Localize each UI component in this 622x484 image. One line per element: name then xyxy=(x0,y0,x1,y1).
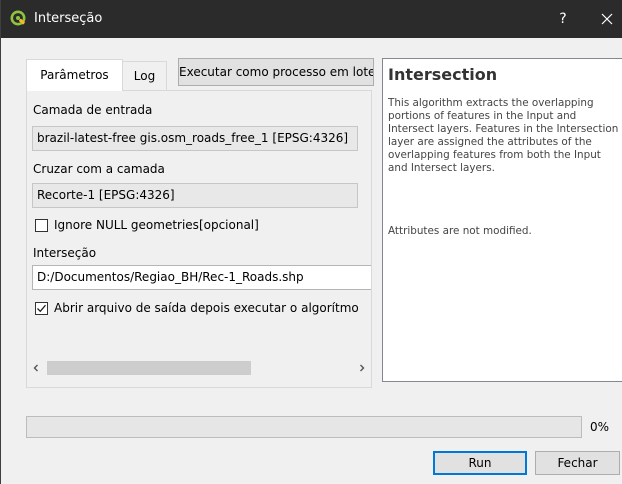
tab-parameters[interactable]: Parâmetros xyxy=(26,59,123,91)
close-button[interactable] xyxy=(591,0,622,38)
scrollbar-thumb[interactable] xyxy=(47,361,251,375)
dialog-window: Interseção ? Parâmetros Log Executar com… xyxy=(0,0,622,484)
chevron-right-icon[interactable] xyxy=(353,359,371,377)
title-bar[interactable]: Interseção ? xyxy=(1,0,622,38)
help-description: This algorithm extracts the overlapping … xyxy=(388,97,619,174)
input-layer-select[interactable]: brazil-latest-free gis.osm_roads_free_1 … xyxy=(32,126,358,151)
checkmark-icon xyxy=(37,304,46,313)
batch-process-button[interactable]: Executar como processo em lote xyxy=(178,58,374,86)
open-output-checkbox[interactable] xyxy=(35,302,48,315)
overlay-layer-label: Cruzar com a camada xyxy=(33,162,165,176)
progress-percent: 0% xyxy=(590,420,610,434)
progress-bar xyxy=(26,416,582,438)
run-button[interactable]: Run xyxy=(433,451,527,475)
horizontal-scrollbar[interactable] xyxy=(27,359,371,377)
open-output-label: Abrir arquivo de saída depois executar o… xyxy=(54,301,359,315)
qgis-logo-icon xyxy=(10,10,28,28)
chevron-left-icon[interactable] xyxy=(27,359,45,377)
input-layer-label: Camada de entrada xyxy=(33,103,153,117)
ignore-null-label: Ignore NULL geometries[opcional] xyxy=(54,218,259,232)
help-button[interactable]: ? xyxy=(549,0,577,38)
close-dialog-button[interactable]: Fechar xyxy=(535,451,620,475)
output-path-input[interactable]: D:/Documentos/Regiao_BH/Rec-1_Roads.shp xyxy=(32,265,371,290)
close-icon xyxy=(601,13,613,25)
help-title: Intersection xyxy=(388,65,498,84)
parameters-panel: Camada de entrada brazil-latest-free gis… xyxy=(27,91,371,387)
output-label: Interseção xyxy=(33,246,97,260)
help-note: Attributes are not modified. xyxy=(388,225,532,237)
tab-log[interactable]: Log xyxy=(122,61,167,90)
window-title: Interseção xyxy=(34,11,103,26)
overlay-layer-select[interactable]: Recorte-1 [EPSG:4326] xyxy=(32,183,358,208)
help-panel: Intersection This algorithm extracts the… xyxy=(382,58,622,382)
ignore-null-checkbox[interactable] xyxy=(35,219,48,232)
